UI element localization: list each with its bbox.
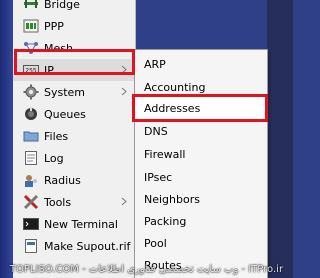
- menu-item-label: System: [44, 85, 86, 99]
- menu-item-label: Log: [44, 151, 64, 165]
- menu-item-mesh[interactable]: Mesh: [13, 37, 135, 59]
- queues-icon: [23, 106, 39, 122]
- chevron-right-icon: [121, 197, 127, 206]
- menu-item-ip[interactable]: 255 IP: [13, 59, 135, 81]
- menu-item-queues[interactable]: Queues: [13, 103, 135, 125]
- menu-item-label: Mesh: [44, 41, 73, 55]
- submenu-item-packing[interactable]: Packing: [135, 210, 265, 232]
- submenu-item-firewall[interactable]: Firewall: [135, 143, 265, 165]
- desktop-background: [267, 0, 293, 278]
- menu-item-label: Files: [44, 129, 69, 143]
- brand-side-strip: [0, 0, 13, 278]
- menu-item-label: PPP: [44, 19, 64, 33]
- menu-item-label: Make Supout.rif: [44, 239, 131, 253]
- menu-item-label: IP: [44, 63, 54, 77]
- menu-item-make-supout[interactable]: Make Supout.rif: [13, 235, 135, 257]
- gear-icon: [23, 84, 39, 100]
- submenu-item-pool[interactable]: Pool: [135, 232, 265, 254]
- menu-item-files[interactable]: Files: [13, 125, 135, 147]
- menu-item-radius[interactable]: Radius: [13, 169, 135, 191]
- radius-icon: [23, 172, 39, 188]
- menu-item-ppp[interactable]: PPP: [13, 15, 135, 37]
- screen: Bridge PPP Mesh 255 IP System Queues Fil…: [0, 0, 293, 278]
- svg-text:255: 255: [25, 68, 37, 75]
- supout-icon: [23, 238, 39, 254]
- mesh-icon: [23, 40, 39, 56]
- menu-item-bridge[interactable]: Bridge: [13, 0, 135, 15]
- terminal-icon: [23, 216, 39, 232]
- submenu-item-neighbors[interactable]: Neighbors: [135, 188, 265, 210]
- menu-item-label: Bridge: [44, 0, 80, 11]
- menu-item-new-terminal[interactable]: New Terminal: [13, 213, 135, 235]
- ppp-icon: [23, 18, 39, 34]
- folder-icon: [23, 128, 39, 144]
- submenu-item-ipsec[interactable]: IPsec: [135, 166, 265, 188]
- submenu-item-arp[interactable]: ARP: [135, 53, 265, 75]
- log-icon: [23, 150, 39, 166]
- menu-item-label: New Terminal: [44, 217, 118, 231]
- ip-icon: 255: [23, 62, 39, 78]
- tools-icon: [23, 194, 39, 210]
- menu-item-tools[interactable]: Tools: [13, 191, 135, 213]
- submenu-item-routes[interactable]: Routes: [135, 254, 265, 276]
- bridge-icon: [23, 0, 39, 12]
- submenu-item-accounting[interactable]: Accounting: [135, 76, 265, 98]
- submenu-item-addresses[interactable]: Addresses: [135, 97, 265, 119]
- ip-submenu: ARP Accounting Addresses DNS Firewall IP…: [134, 49, 268, 278]
- menu-item-label: Tools: [44, 195, 72, 209]
- chevron-right-icon: [121, 65, 127, 74]
- chevron-right-icon: [121, 87, 127, 96]
- menu-item-system[interactable]: System: [13, 81, 135, 103]
- submenu-item-dns[interactable]: DNS: [135, 120, 265, 142]
- menu-item-label: Radius: [44, 173, 81, 187]
- menu-item-log[interactable]: Log: [13, 147, 135, 169]
- menu-item-label: Queues: [44, 107, 86, 121]
- main-menu: Bridge PPP Mesh 255 IP System Queues Fil…: [13, 0, 136, 278]
